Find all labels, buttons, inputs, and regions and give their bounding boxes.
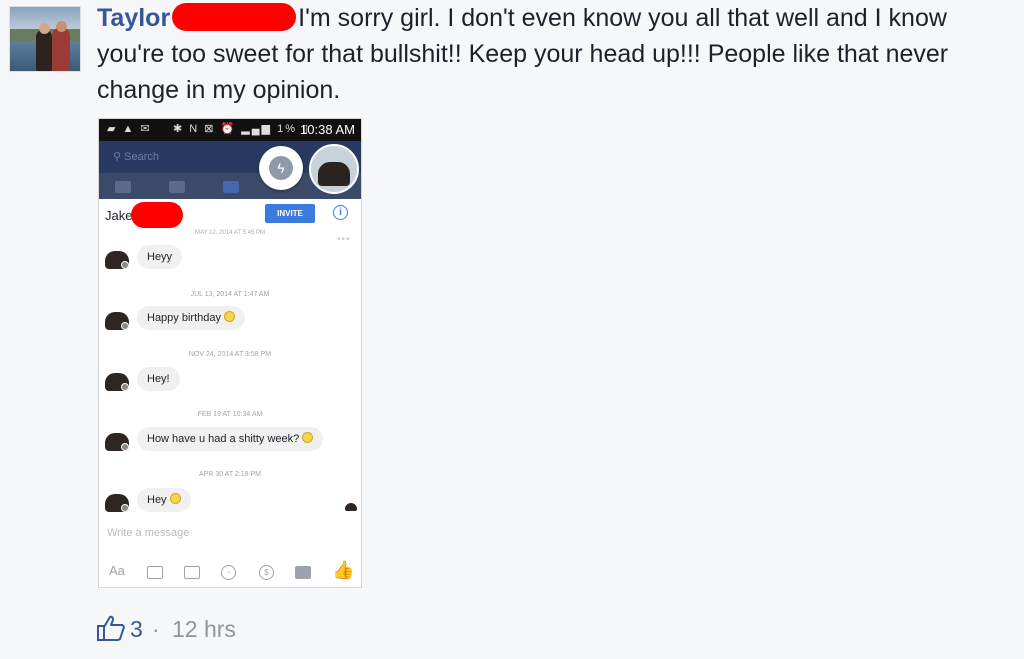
sender-avatar — [105, 251, 129, 269]
payment-icon: $ — [259, 565, 274, 580]
smiley-icon — [224, 311, 235, 322]
comment-author[interactable]: Taylor — [97, 4, 170, 32]
message-bubble: Heyy — [137, 245, 183, 269]
message-bubble: Hey — [137, 488, 191, 512]
tab-icon — [169, 181, 185, 193]
comment-body: Taylor I'm sorry girl. I don't even know … — [97, 0, 1015, 108]
invite-button: INVITE — [265, 204, 315, 223]
phone-status-bar: ▰ ▲ ✉ ✱ N ⊠ ⏰ ▂▄▆ 1% ▯ 10:38 AM — [99, 119, 361, 141]
contact-chathead — [309, 144, 359, 194]
timestamp: FEB 19 AT 10:34 AM — [197, 411, 263, 418]
sender-avatar — [105, 373, 129, 391]
attached-screenshot[interactable]: ▰ ▲ ✉ ✱ N ⊠ ⏰ ▂▄▆ 1% ▯ 10:38 AM ⚲ Search… — [98, 118, 362, 588]
system-icons: ✱ N ⊠ ⏰ ▂▄▆ 1% ▯ — [173, 123, 311, 135]
avatar-head — [56, 21, 67, 32]
timestamp: MAY 12, 2014 AT 5:45 PM — [195, 230, 265, 236]
messenger-chathead: ϟ — [259, 146, 303, 190]
search-field: ⚲ Search — [113, 151, 159, 163]
thumbs-up-icon: 👍 — [332, 560, 355, 580]
timestamp: NOV 24, 2014 AT 3:58 PM — [188, 351, 272, 358]
comment-age[interactable]: 12 hrs — [172, 616, 236, 643]
sender-avatar — [105, 312, 129, 330]
timestamp: APR 30 AT 2:18 PM — [199, 471, 261, 478]
more-dots-icon: ••• — [337, 234, 351, 245]
status-time: 10:38 AM — [300, 122, 355, 137]
text-format-icon: Aa — [109, 563, 125, 578]
message-bubble: How have u had a shitty week? — [137, 427, 324, 451]
more-icon — [295, 566, 311, 579]
smiley-icon: ᵕ — [221, 565, 236, 580]
redaction-mark — [172, 3, 297, 31]
smiley-icon — [169, 493, 181, 504]
avatar-person — [52, 27, 70, 71]
tab-icon — [223, 181, 239, 193]
like-count[interactable]: 3 — [130, 616, 143, 643]
separator-dot: · — [152, 616, 160, 642]
sender-avatar — [105, 494, 129, 512]
sender-avatar — [105, 433, 129, 451]
like-icon[interactable] — [96, 614, 126, 642]
redaction-mark — [131, 202, 183, 228]
notification-icons: ▰ ▲ ✉ — [107, 123, 152, 135]
gallery-icon — [184, 566, 200, 579]
info-icon: i — [333, 205, 348, 220]
camera-icon — [147, 566, 163, 579]
message-bubble: Hey! — [137, 367, 180, 391]
chathead-photo — [318, 162, 350, 186]
smiley-icon — [302, 432, 314, 443]
composer-toolbar: Aa ᵕ $ 👍 — [99, 557, 361, 587]
avatar-head — [39, 23, 50, 34]
seen-indicator — [345, 503, 357, 511]
avatar-person — [36, 29, 52, 71]
message-bubble: Happy birthday — [137, 306, 245, 330]
messenger-icon: ϟ — [269, 156, 293, 180]
message-composer: Write a message — [107, 527, 190, 539]
commenter-avatar[interactable] — [9, 6, 81, 72]
timestamp: JUL 13, 2014 AT 1:47 AM — [190, 291, 270, 298]
tab-icon — [115, 181, 131, 193]
contact-name: Jake — [105, 208, 133, 223]
